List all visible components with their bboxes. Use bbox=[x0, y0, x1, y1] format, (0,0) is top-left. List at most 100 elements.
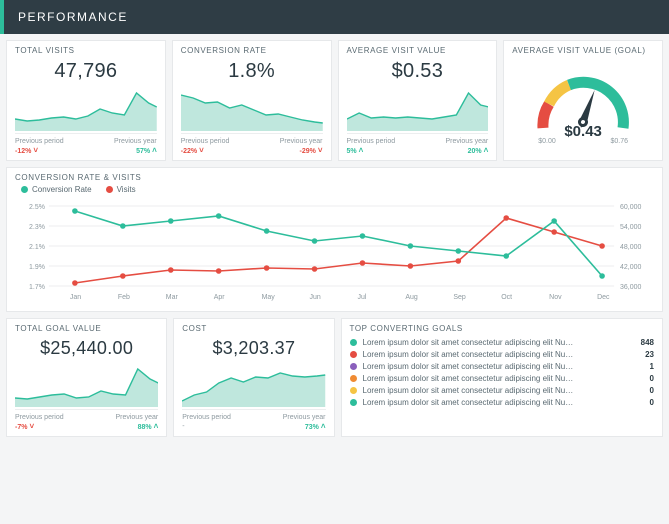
prev-period-value: - bbox=[182, 423, 184, 430]
goal-row: Lorem ipsum dolor sit amet consectetur a… bbox=[350, 374, 655, 383]
svg-text:36,000: 36,000 bbox=[620, 284, 641, 291]
prev-period-label: Previous period bbox=[15, 137, 64, 146]
up-icon: ˄ bbox=[321, 422, 326, 431]
chart-legend: Conversion Rate Visits bbox=[21, 185, 654, 194]
svg-text:Nov: Nov bbox=[549, 294, 562, 301]
card-footer: Previous period 5%˄ Previous year 20%˄ bbox=[347, 133, 489, 156]
prev-year-value: 88% bbox=[138, 424, 152, 431]
svg-text:2.5%: 2.5% bbox=[29, 204, 45, 211]
prev-year-value: -29% bbox=[299, 148, 315, 155]
metric-value: $3,203.37 bbox=[182, 338, 325, 359]
prev-year-label: Previous year bbox=[114, 137, 157, 146]
sparkline-chart bbox=[15, 361, 158, 407]
prev-year-label: Previous year bbox=[283, 413, 326, 422]
svg-text:Jul: Jul bbox=[357, 294, 366, 301]
legend-visits: Visits bbox=[106, 185, 136, 194]
up-icon: ˄ bbox=[152, 146, 157, 155]
prev-year-label: Previous year bbox=[445, 137, 488, 146]
goal-text: Lorem ipsum dolor sit amet consectetur a… bbox=[363, 398, 642, 407]
down-icon: ˅ bbox=[33, 146, 38, 155]
card-footer: Previous period -12%˅ Previous year 57%˄ bbox=[15, 133, 157, 156]
goal-value: 23 bbox=[645, 350, 654, 359]
card-title: CONVERSION RATE & VISITS bbox=[15, 174, 654, 183]
prev-period-value: 5% bbox=[347, 148, 357, 155]
sparkline-chart bbox=[347, 85, 489, 131]
prev-period-label: Previous period bbox=[347, 137, 396, 146]
card-footer: Previous period -7%˅ Previous year 88%˄ bbox=[15, 409, 158, 432]
gauge-max: $0.76 bbox=[610, 138, 628, 145]
goal-text: Lorem ipsum dolor sit amet consectetur a… bbox=[363, 338, 633, 347]
prev-period-value: -22% bbox=[181, 148, 197, 155]
goal-dot-icon bbox=[350, 351, 357, 358]
goal-row: Lorem ipsum dolor sit amet consectetur a… bbox=[350, 362, 655, 371]
goal-row: Lorem ipsum dolor sit amet consectetur a… bbox=[350, 398, 655, 407]
page-title: PERFORMANCE bbox=[18, 10, 128, 24]
sparkline-chart bbox=[15, 85, 157, 131]
prev-period-label: Previous period bbox=[181, 137, 230, 146]
svg-text:Aug: Aug bbox=[405, 294, 418, 301]
card-title: AVERAGE VISIT VALUE (GOAL) bbox=[512, 47, 654, 56]
svg-text:42,000: 42,000 bbox=[620, 264, 641, 271]
prev-period-value: -12% bbox=[15, 148, 31, 155]
card-conv-visits-chart: CONVERSION RATE & VISITS Conversion Rate… bbox=[6, 167, 663, 312]
prev-year-value: 73% bbox=[305, 424, 319, 431]
down-icon: ˅ bbox=[318, 146, 323, 155]
prev-year-label: Previous year bbox=[280, 137, 323, 146]
card-title: TOTAL VISITS bbox=[15, 47, 157, 56]
dual-axis-line-chart: 2.5% 2.3% 2.1% 1.9% 1.7% 60,000 54,000 4… bbox=[15, 196, 654, 304]
goal-text: Lorem ipsum dolor sit amet consectetur a… bbox=[363, 374, 642, 383]
metric-value: $0.53 bbox=[347, 60, 489, 83]
metric-value: 1.8% bbox=[181, 60, 323, 83]
svg-text:Jun: Jun bbox=[310, 294, 321, 301]
card-footer: Previous period -22%˅ Previous year -29%… bbox=[181, 133, 323, 156]
goal-row: Lorem ipsum dolor sit amet consectetur a… bbox=[350, 338, 655, 347]
card-avg-visit-value: AVERAGE VISIT VALUE $0.53 Previous perio… bbox=[338, 40, 498, 161]
svg-text:Jan: Jan bbox=[70, 294, 81, 301]
svg-text:1.7%: 1.7% bbox=[29, 284, 45, 291]
card-title: TOP CONVERTING GOALS bbox=[350, 325, 655, 334]
card-total-visits: TOTAL VISITS 47,796 Previous period -12%… bbox=[6, 40, 166, 161]
sparkline-chart bbox=[181, 85, 323, 131]
svg-text:Sep: Sep bbox=[453, 294, 466, 301]
goal-value: 0 bbox=[650, 374, 654, 383]
goal-value: 0 bbox=[650, 386, 654, 395]
svg-text:Mar: Mar bbox=[166, 294, 179, 301]
goal-dot-icon bbox=[350, 387, 357, 394]
goals-list: Lorem ipsum dolor sit amet consectetur a… bbox=[350, 338, 655, 407]
card-conversion-rate: CONVERSION RATE 1.8% Previous period -22… bbox=[172, 40, 332, 161]
goal-value: 1 bbox=[650, 362, 654, 371]
goal-dot-icon bbox=[350, 399, 357, 406]
goal-text: Lorem ipsum dolor sit amet consectetur a… bbox=[363, 350, 638, 359]
svg-text:54,000: 54,000 bbox=[620, 224, 641, 231]
metric-value: 47,796 bbox=[15, 60, 157, 83]
svg-text:48,000: 48,000 bbox=[620, 244, 641, 251]
prev-period-value: -7% bbox=[15, 424, 27, 431]
prev-year-label: Previous year bbox=[115, 413, 158, 422]
page-header: PERFORMANCE bbox=[0, 0, 669, 34]
card-avg-visit-goal: AVERAGE VISIT VALUE (GOAL) $0.43 $0.00 $… bbox=[503, 40, 663, 161]
goal-dot-icon bbox=[350, 339, 357, 346]
card-footer: Previous period - Previous year 73%˄ bbox=[182, 409, 325, 432]
card-cost: COST $3,203.37 Previous period - Previou… bbox=[173, 318, 334, 437]
legend-conversion-rate: Conversion Rate bbox=[21, 185, 92, 194]
goal-row: Lorem ipsum dolor sit amet consectetur a… bbox=[350, 350, 655, 359]
svg-text:60,000: 60,000 bbox=[620, 204, 641, 211]
card-title: TOTAL GOAL VALUE bbox=[15, 325, 158, 334]
svg-text:Feb: Feb bbox=[118, 294, 130, 301]
card-title: COST bbox=[182, 325, 325, 334]
goal-value: 848 bbox=[641, 338, 654, 347]
up-icon: ˄ bbox=[484, 146, 489, 155]
goal-text: Lorem ipsum dolor sit amet consectetur a… bbox=[363, 362, 642, 371]
svg-text:Oct: Oct bbox=[501, 294, 512, 301]
svg-text:Apr: Apr bbox=[214, 294, 226, 301]
metric-value: $25,440.00 bbox=[15, 338, 158, 359]
card-title: AVERAGE VISIT VALUE bbox=[347, 47, 489, 56]
sparkline-chart bbox=[182, 361, 325, 407]
up-icon: ˄ bbox=[359, 146, 364, 155]
goal-text: Lorem ipsum dolor sit amet consectetur a… bbox=[363, 386, 642, 395]
down-icon: ˅ bbox=[199, 146, 204, 155]
down-icon: ˅ bbox=[29, 422, 34, 431]
prev-year-value: 57% bbox=[136, 148, 150, 155]
svg-text:May: May bbox=[262, 294, 276, 301]
svg-text:2.1%: 2.1% bbox=[29, 244, 45, 251]
